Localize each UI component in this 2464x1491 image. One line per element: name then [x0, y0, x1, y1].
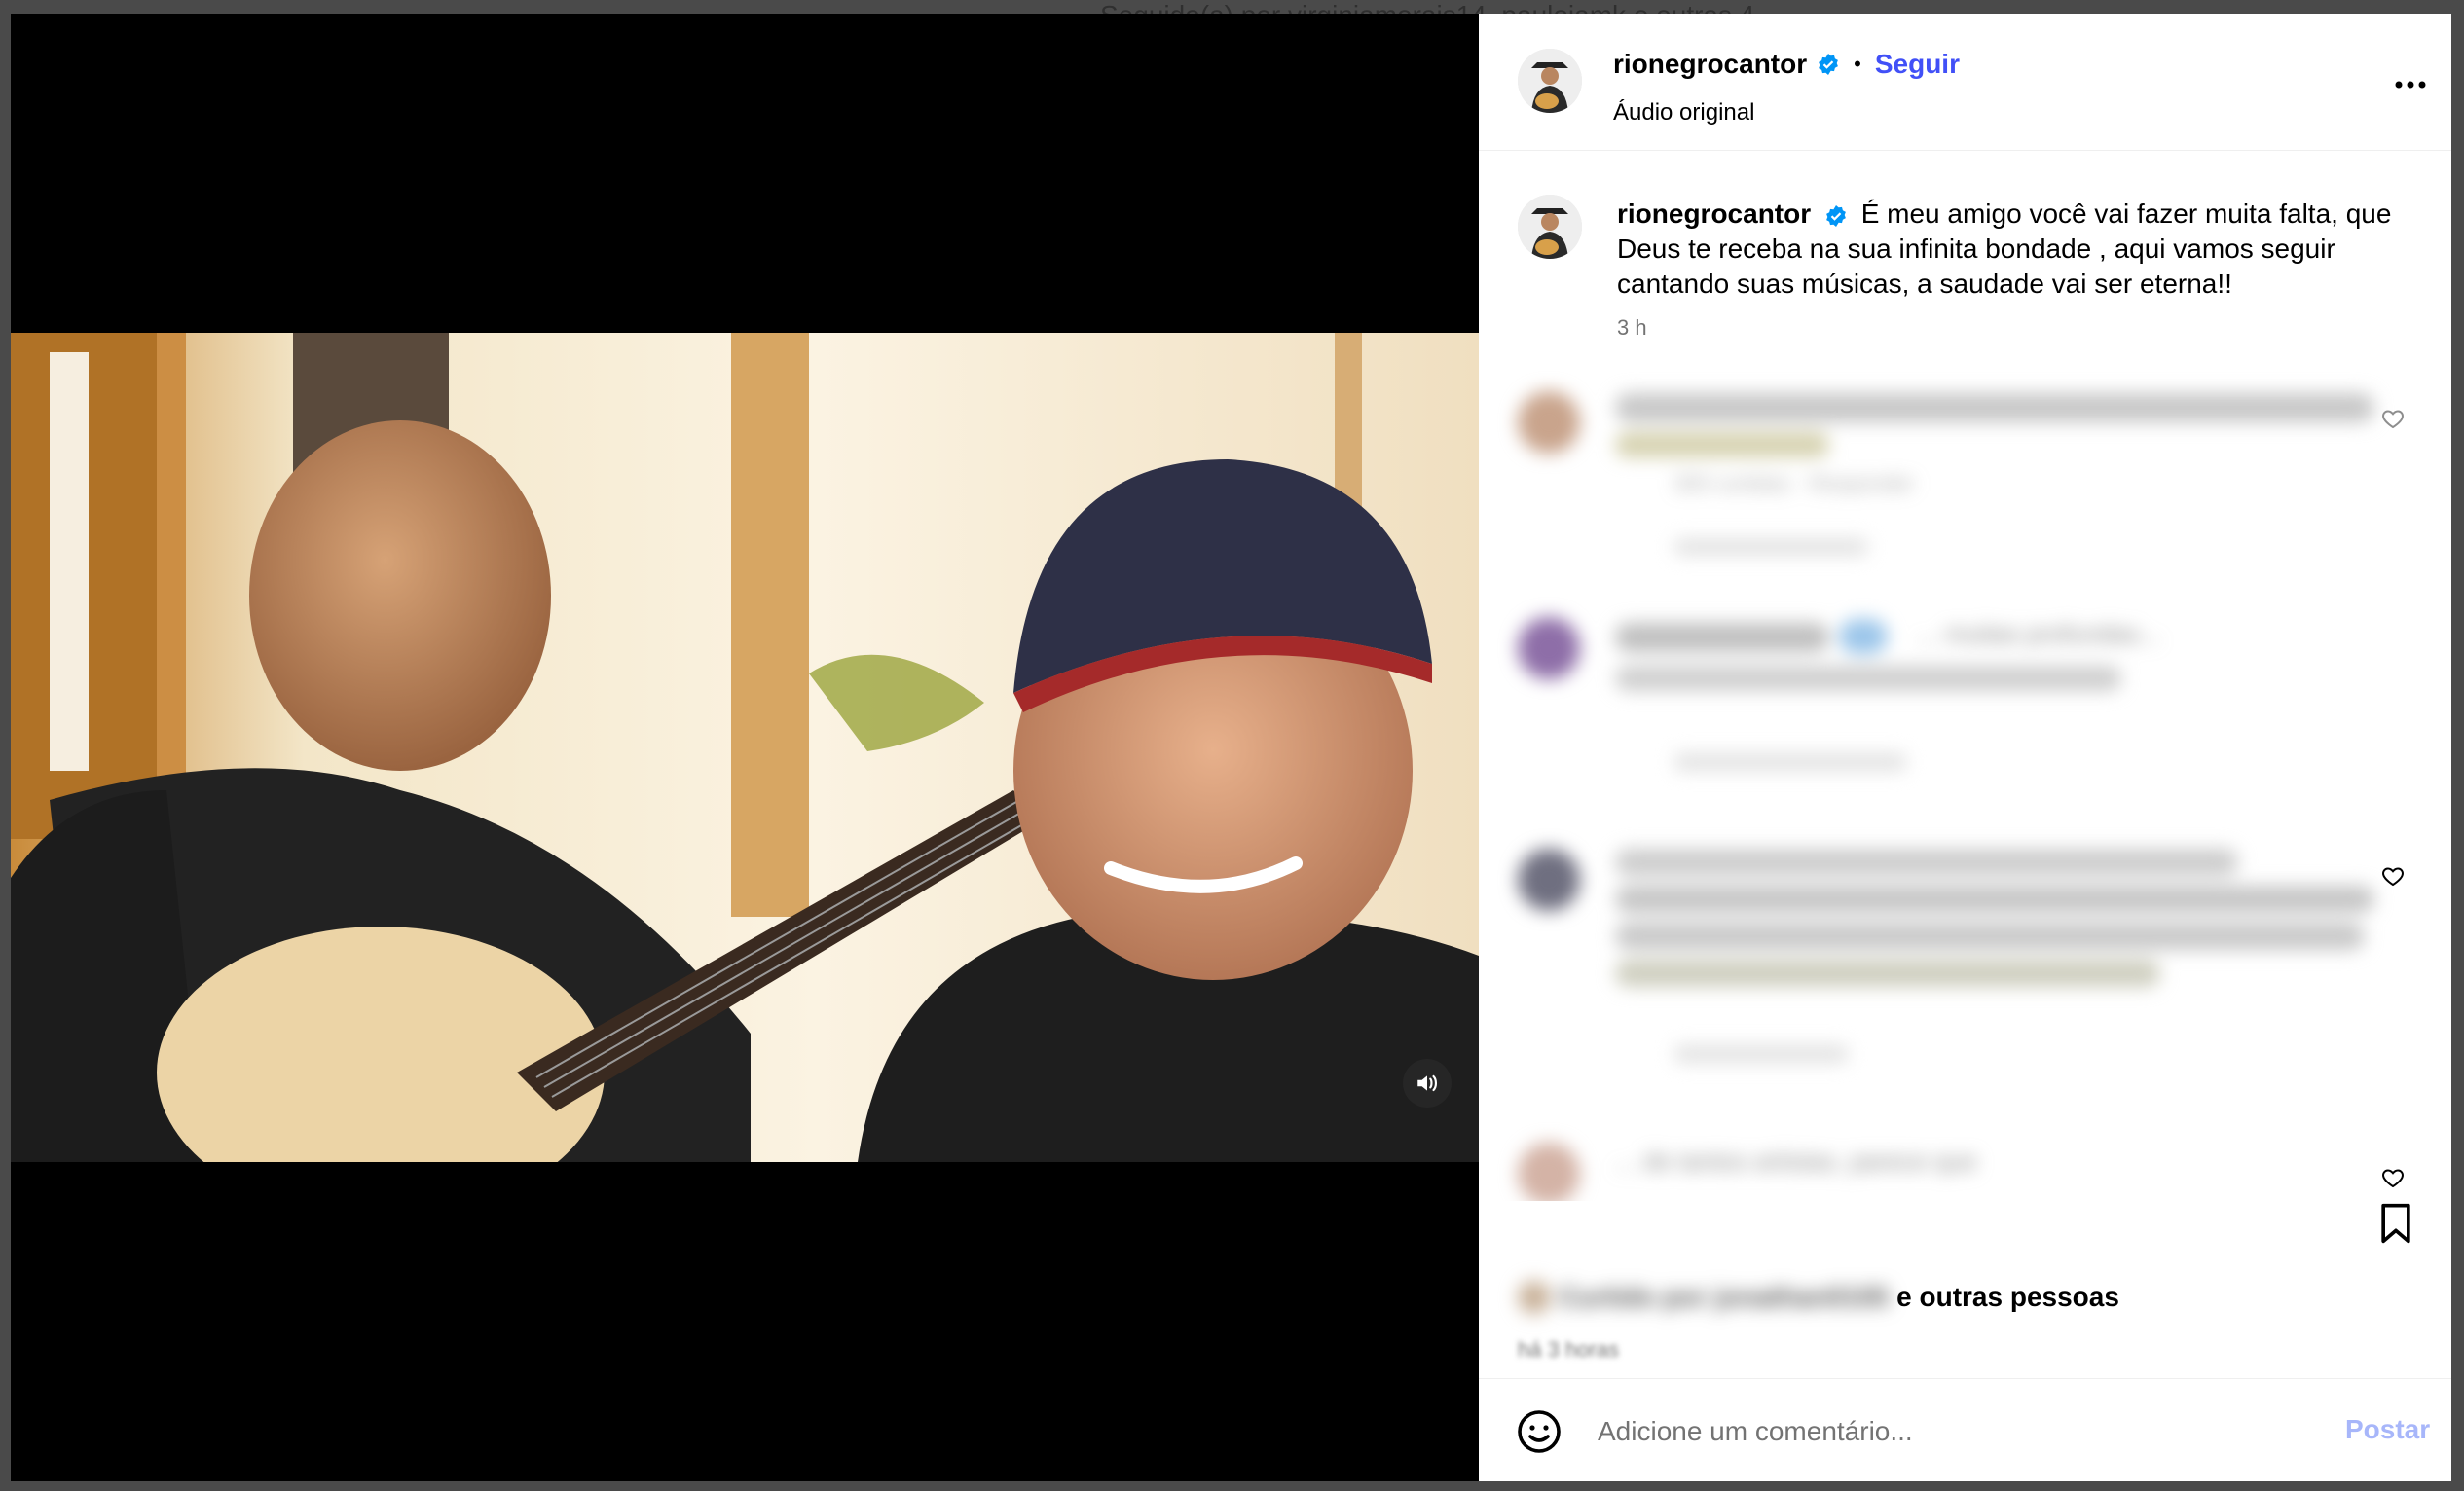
post-time[interactable]: há 3 horas: [1518, 1337, 1619, 1363]
post-side-panel: rionegrocantor • Seguir Áudio original r…: [1479, 14, 2451, 1481]
dot-separator: •: [1854, 52, 1861, 76]
verified-badge-icon: [1819, 54, 1839, 75]
video-still: [11, 333, 1479, 1162]
comment-text: ... muitas profundas...: [1917, 619, 2161, 648]
heart-icon[interactable]: [2381, 1166, 2405, 1194]
more-options-icon[interactable]: [2394, 78, 2427, 91]
speaker-icon[interactable]: [1403, 1059, 1452, 1108]
comment-meta: 300 curtidas · Responder: [1673, 471, 1915, 495]
caption-username[interactable]: rionegrocantor: [1617, 199, 1811, 229]
comment-text: ... de tantos artistas, parece que: [1615, 1146, 1977, 1176]
audio-label[interactable]: Áudio original: [1613, 99, 1754, 127]
post-username[interactable]: rionegrocantor: [1613, 49, 1807, 80]
likes-avatar: [1518, 1281, 1551, 1314]
comment-input[interactable]: [1596, 1408, 2223, 1455]
avatar[interactable]: [1518, 49, 1582, 113]
caption-timestamp[interactable]: 3 h: [1617, 315, 1647, 341]
bookmark-icon[interactable]: [2374, 1201, 2417, 1251]
likes-line: Curtido por jonathan0105 e outras pessoa…: [1518, 1281, 2119, 1314]
heart-icon[interactable]: [2381, 407, 2405, 435]
post-modal: rionegrocantor • Seguir Áudio original r…: [11, 14, 2451, 1481]
likes-text-blurred[interactable]: Curtido por jonathan0105: [1559, 1282, 1889, 1313]
comment-composer: Postar: [1479, 1378, 2451, 1481]
follow-button[interactable]: Seguir: [1875, 49, 1960, 80]
post-header: rionegrocantor • Seguir Áudio original: [1479, 14, 2451, 151]
video-frame[interactable]: [11, 333, 1479, 1162]
verified-badge-icon: [1826, 204, 1846, 227]
heart-icon[interactable]: [2381, 864, 2405, 892]
likes-suffix[interactable]: e outras pessoas: [1896, 1282, 2119, 1313]
video-area[interactable]: [11, 14, 1479, 1481]
caption-text: rionegrocantor É meu amigo você vai faze…: [1617, 197, 2406, 302]
post-comment-button[interactable]: Postar: [2345, 1414, 2430, 1445]
caption-avatar[interactable]: [1518, 195, 1582, 259]
emoji-icon[interactable]: [1516, 1408, 1563, 1460]
comment-list[interactable]: 300 curtidas · Responder ... muitas prof…: [1479, 364, 2451, 1201]
